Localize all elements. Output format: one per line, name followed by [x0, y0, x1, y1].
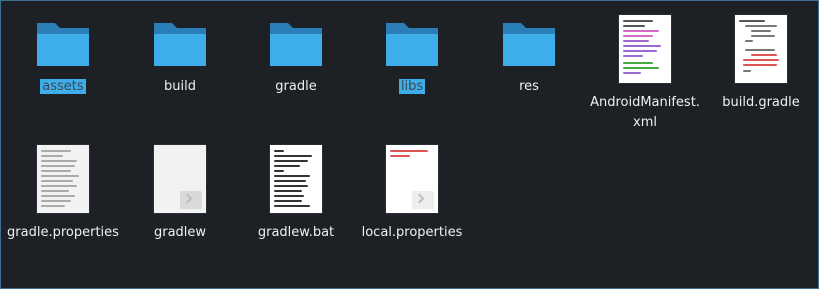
item-label: AndroidManifest.	[590, 95, 700, 110]
document-glyph-icon	[412, 191, 434, 209]
file-view-pane[interactable]: assets build gradle libs res AndroidMani…	[0, 0, 819, 289]
script-file-thumbnail-icon	[154, 145, 206, 213]
item-label: build.gradle	[722, 95, 800, 110]
folder-icon	[270, 23, 322, 66]
folder-icon	[154, 23, 206, 66]
gradle-file-thumbnail-icon	[735, 15, 787, 83]
folder-item-libs[interactable]: libs	[356, 15, 468, 97]
xml-file-thumbnail-icon	[619, 15, 671, 83]
file-grid: assets build gradle libs res AndroidMani…	[1, 1, 818, 288]
item-label-line2: xml	[633, 115, 657, 130]
item-label: local.properties	[361, 225, 463, 240]
file-item-build-gradle[interactable]: build.gradle	[705, 15, 817, 113]
folder-item-res[interactable]: res	[473, 15, 585, 97]
file-item-local-properties[interactable]: local.properties	[356, 145, 468, 243]
folder-item-assets[interactable]: assets	[7, 15, 119, 97]
file-item-gradlew-bat[interactable]: gradlew.bat	[240, 145, 352, 243]
folder-icon	[37, 23, 89, 66]
item-label: gradlew.bat	[257, 225, 335, 240]
folder-icon	[503, 23, 555, 66]
item-label: res	[519, 79, 539, 94]
file-item-androidmanifest[interactable]: AndroidManifest. xml	[589, 15, 701, 133]
properties-file-thumbnail-icon	[386, 145, 438, 213]
folder-item-gradle[interactable]: gradle	[240, 15, 352, 97]
item-label: assets	[40, 79, 86, 94]
item-label: gradle	[275, 79, 317, 94]
properties-file-thumbnail-icon	[37, 145, 89, 213]
item-label: gradle.properties	[7, 225, 119, 240]
file-item-gradlew[interactable]: gradlew	[124, 145, 236, 243]
bat-file-thumbnail-icon	[270, 145, 322, 213]
item-label: build	[164, 79, 196, 94]
folder-item-build[interactable]: build	[124, 15, 236, 97]
file-item-gradle-properties[interactable]: gradle.properties	[7, 145, 119, 243]
folder-icon	[386, 23, 438, 66]
terminal-glyph-icon	[180, 191, 202, 209]
item-label: gradlew	[153, 225, 207, 240]
item-label: libs	[398, 79, 426, 94]
